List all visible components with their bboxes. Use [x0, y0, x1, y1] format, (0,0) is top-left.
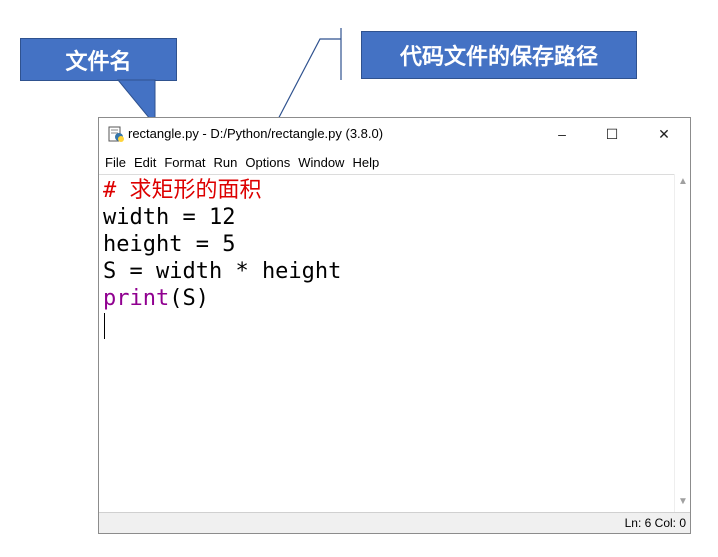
menu-help[interactable]: Help [352, 153, 379, 172]
python-idle-icon [108, 126, 124, 142]
status-bar: Ln: 6 Col: 0 [99, 512, 690, 533]
print-keyword: print [103, 286, 170, 311]
menu-edit[interactable]: Edit [134, 153, 156, 172]
maximize-button[interactable]: ☐ [589, 118, 635, 150]
close-button[interactable]: ✕ [641, 118, 687, 150]
window-title: rectangle.py - D:/Python/rectangle.py (3… [128, 126, 384, 141]
save-path-callout-line [274, 38, 341, 126]
code-line-print: print(S) [103, 285, 209, 312]
code-line-comment: # 求矩形的面积 [103, 178, 262, 203]
idle-editor-window: rectangle.py - D:/Python/rectangle.py (3… [98, 117, 691, 534]
menu-bar: File Edit Format Run Options Window Help [99, 150, 690, 174]
menu-format[interactable]: Format [164, 153, 205, 172]
code-line-area: S = width * height [103, 259, 342, 284]
scroll-down-arrow-icon[interactable]: ▼ [675, 496, 691, 510]
cursor-position: Ln: 6 Col: 0 [624, 516, 686, 530]
print-args: (S) [169, 286, 209, 311]
vertical-scrollbar[interactable]: ▲ ▼ [674, 174, 690, 512]
code-editor[interactable]: # 求矩形的面积 width = 12 height = 5 S = width… [99, 174, 674, 512]
menu-file[interactable]: File [105, 153, 126, 172]
menu-options[interactable]: Options [245, 153, 290, 172]
menu-window[interactable]: Window [298, 153, 344, 172]
code-line-height: height = 5 [103, 232, 236, 257]
title-bar[interactable]: rectangle.py - D:/Python/rectangle.py (3… [99, 118, 690, 150]
scroll-up-arrow-icon[interactable]: ▲ [675, 176, 691, 190]
text-cursor [104, 313, 105, 339]
save-path-callout: 代码文件的保存路径 [361, 31, 637, 79]
menu-run[interactable]: Run [214, 153, 238, 172]
code-line-width: width = 12 [103, 205, 236, 230]
minimize-button[interactable]: – [539, 118, 585, 150]
filename-callout: 文件名 [20, 38, 177, 81]
